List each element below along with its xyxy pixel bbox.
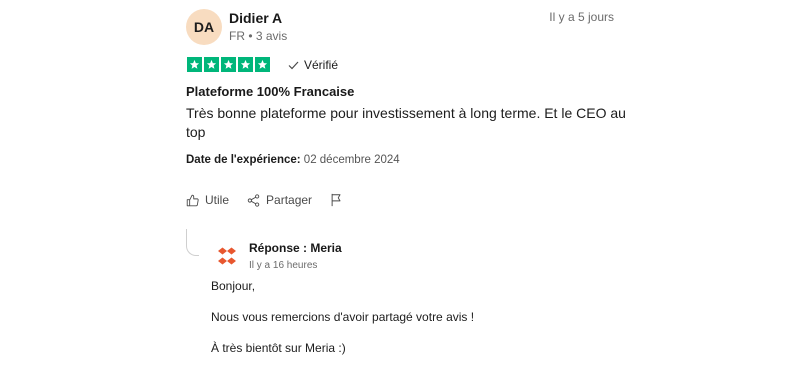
star-icon (221, 57, 236, 72)
reply-date: Il y a 16 heures (249, 260, 318, 271)
avatar-initials: DA (193, 19, 215, 35)
review-card: DA Didier A FR • 3 avis Il y a 5 jours V… (0, 0, 800, 366)
review-actions: Utile Partager (186, 193, 343, 207)
reply-paragraph: Bonjour, (211, 279, 256, 293)
reply-paragraph: Nous vous remercions d'avoir partagé vot… (211, 310, 475, 324)
thumbs-up-icon (186, 194, 199, 206)
star-icon (255, 57, 270, 72)
share-label: Partager (266, 193, 313, 207)
share-icon (247, 193, 260, 207)
avatar[interactable]: DA (186, 9, 222, 45)
author-meta: FR • 3 avis (229, 29, 288, 43)
author-name[interactable]: Didier A (229, 10, 282, 26)
flag-icon (331, 193, 341, 207)
verified-label: Vérifié (304, 58, 339, 72)
verified-badge[interactable]: Vérifié (288, 58, 338, 72)
report-button[interactable] (330, 193, 343, 207)
experience-label: Date de l'expérience: (186, 154, 301, 166)
review-title[interactable]: Plateforme 100% Francaise (186, 84, 354, 99)
useful-label: Utile (205, 193, 230, 207)
reply-connector (186, 229, 199, 256)
checkmark-icon (288, 61, 299, 69)
meria-logo-icon (218, 247, 236, 265)
useful-button[interactable]: Utile (186, 193, 229, 207)
star-icon (238, 57, 253, 72)
star-rating (187, 57, 270, 72)
experience-date: Date de l'expérience: 02 décembre 2024 (186, 154, 400, 166)
reply-title: Réponse : Meria (249, 241, 342, 255)
reply-paragraph: À très bientôt sur Meria :) (211, 341, 346, 355)
review-date: Il y a 5 jours (549, 10, 614, 24)
review-body: Très bonne plateforme pour investissemen… (186, 105, 626, 140)
star-icon (204, 57, 219, 72)
experience-date-value: 02 décembre 2024 (303, 154, 400, 166)
share-button[interactable]: Partager (247, 193, 312, 207)
star-icon (187, 57, 202, 72)
